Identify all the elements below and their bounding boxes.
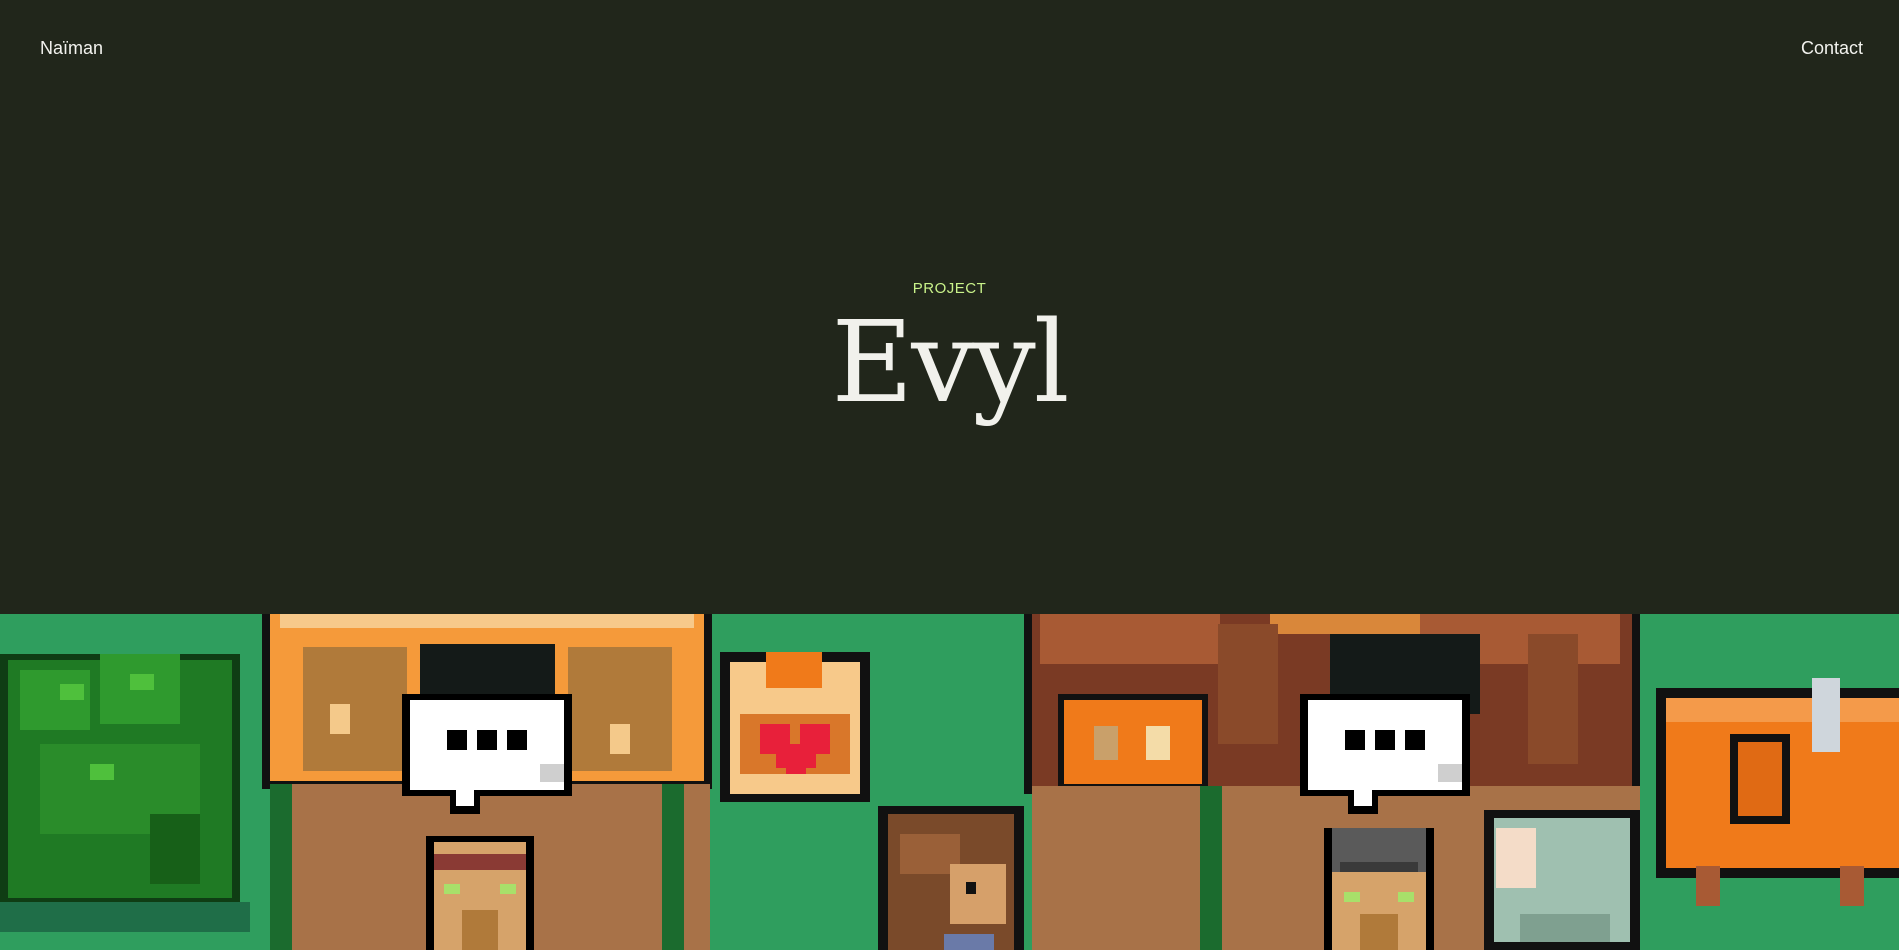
brand-link[interactable]: Naïman xyxy=(40,38,103,59)
hero: PROJECT Evyl xyxy=(0,280,1899,428)
bush-icon xyxy=(0,654,250,932)
knight-villager-icon xyxy=(1324,828,1434,950)
speech-bubble-icon xyxy=(1300,694,1470,814)
game-banner-image xyxy=(0,614,1899,950)
heart-potion-icon xyxy=(720,652,870,802)
treasure-chest-icon xyxy=(1656,678,1899,906)
player-character-icon xyxy=(878,806,1024,950)
contact-link[interactable]: Contact xyxy=(1801,38,1863,59)
game-scene xyxy=(0,614,1899,950)
project-title: Evyl xyxy=(831,298,1069,428)
speech-bubble-icon xyxy=(402,694,572,814)
villager-icon xyxy=(426,836,534,950)
water-jug-icon xyxy=(1484,810,1640,950)
project-label: PROJECT xyxy=(912,280,987,297)
